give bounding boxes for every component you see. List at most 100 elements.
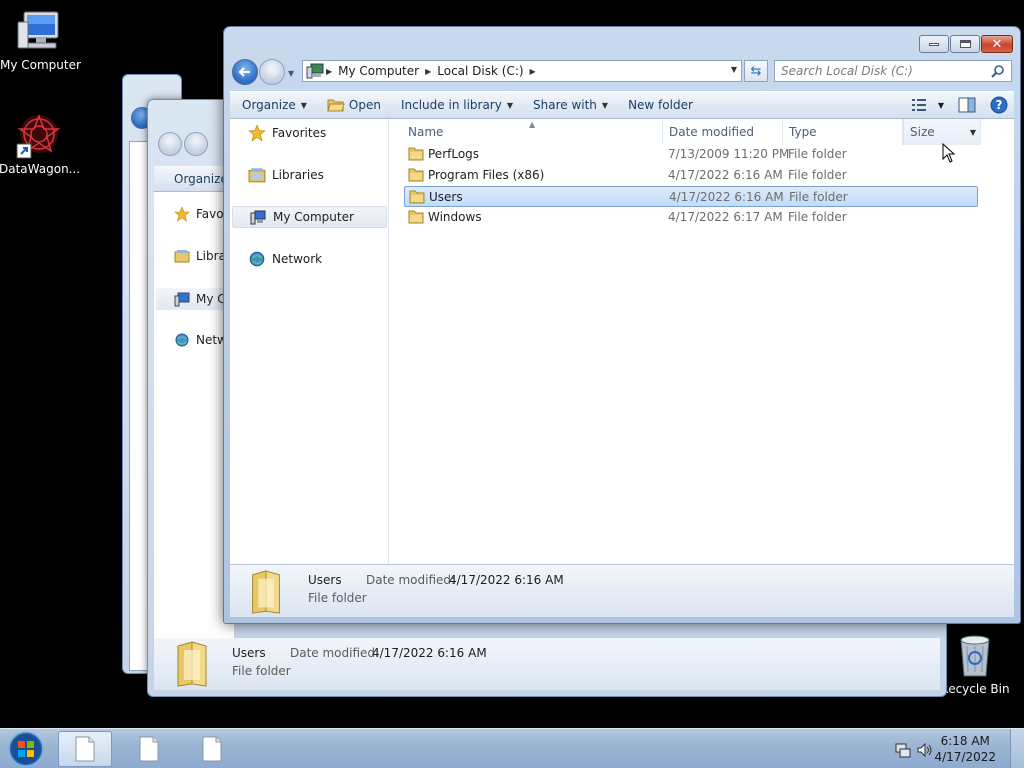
nav-item-libraries[interactable]: Libraries — [232, 164, 387, 186]
details-type: File folder — [232, 664, 291, 678]
clock-date: 4/17/2022 — [934, 750, 996, 764]
organize-menu[interactable]: Organize — [174, 172, 228, 186]
file-name: Program Files (x86) — [428, 168, 545, 182]
help-icon[interactable]: ? — [990, 96, 1008, 114]
navigation-pane: Favorites Libraries My Computer Network — [230, 119, 389, 564]
document-icon — [139, 736, 159, 762]
desktop-icon-datawagon[interactable]: DataWagon... — [0, 112, 81, 176]
star-icon — [174, 206, 190, 222]
back-button[interactable] — [158, 132, 182, 156]
column-header-size[interactable]: Size ▼ — [903, 119, 981, 145]
breadcrumb-separator[interactable]: ▶ — [324, 67, 334, 76]
nav-item-libraries[interactable]: Libra — [174, 248, 226, 264]
share-label: Share with — [533, 98, 597, 112]
change-view-button[interactable]: ▼ — [911, 99, 944, 111]
table-row[interactable]: Program Files (x86) 4/17/2022 6:16 AM Fi… — [404, 165, 978, 186]
search-box[interactable]: Search Local Disk (C:) — [774, 60, 1012, 82]
svg-text:?: ? — [996, 98, 1003, 112]
back-arrow-icon — [238, 67, 250, 77]
caption-buttons: ✕ — [919, 35, 1013, 53]
file-list: Name ▲ Date modified Type Size ▼ PerfLog… — [390, 119, 1014, 564]
recent-pages-dropdown[interactable]: ▼ — [288, 69, 294, 78]
libraries-icon — [248, 168, 266, 183]
include-in-library-menu[interactable]: Include in library ▼ — [391, 92, 523, 118]
volume-icon[interactable] — [916, 741, 934, 759]
open-button[interactable]: Open — [317, 92, 391, 118]
computer-icon — [250, 210, 266, 225]
share-with-menu[interactable]: Share with ▼ — [523, 92, 618, 118]
nav-item-label: Libra — [196, 249, 226, 263]
column-header-name[interactable]: Name — [390, 119, 663, 145]
folder-icon — [177, 641, 207, 687]
address-dropdown[interactable]: ▼ — [731, 65, 737, 74]
details-date-value: 4/17/2022 6:16 AM — [449, 573, 564, 587]
breadcrumb-separator[interactable]: ▶ — [423, 67, 433, 76]
desktop-icon-recycle-bin[interactable]: Recycle Bin — [935, 632, 1015, 696]
taskbar-button[interactable] — [58, 731, 112, 767]
table-row[interactable]: Windows 4/17/2022 6:17 AM File folder — [404, 207, 978, 228]
table-row-selected[interactable]: Users 4/17/2022 6:16 AM File folder — [404, 186, 978, 207]
forward-button[interactable] — [184, 132, 208, 156]
maximize-icon — [959, 40, 971, 48]
start-button[interactable] — [6, 731, 46, 767]
nav-item-favorites[interactable]: Favorites — [232, 122, 387, 144]
content-area: Favorites Libraries My Computer Network … — [230, 119, 1014, 565]
command-bar: Organize ▼ Open Include in library ▼ Share… — [230, 91, 1014, 119]
minimize-button[interactable] — [919, 35, 949, 53]
datawagon-icon — [16, 113, 61, 159]
taskbar-button[interactable] — [185, 731, 239, 767]
desktop-icon-my-computer[interactable]: My Computer — [0, 8, 81, 72]
preview-pane-icon[interactable] — [958, 97, 976, 113]
nav-item-network[interactable]: Netw — [174, 332, 227, 348]
refresh-button[interactable]: ⇆ — [744, 60, 768, 82]
breadcrumb-local-disk[interactable]: Local Disk (C:) — [433, 64, 527, 78]
close-button[interactable]: ✕ — [981, 35, 1013, 53]
file-name: Users — [429, 190, 463, 204]
background-details-pane: Users File folder Date modified: 4/17/20… — [154, 638, 940, 690]
column-header-date[interactable]: Date modified — [663, 119, 783, 145]
table-row[interactable]: PerfLogs 7/13/2009 11:20 PM File folder — [404, 144, 978, 165]
chevron-down-icon[interactable]: ▼ — [970, 128, 976, 137]
show-desktop-button[interactable] — [1010, 729, 1024, 768]
file-type: File folder — [788, 210, 847, 224]
taskbar: 6:18 AM 4/17/2022 — [0, 728, 1024, 768]
address-bar[interactable]: ▶ My Computer ▶ Local Disk (C:) ▶ ▼ — [302, 60, 742, 82]
nav-item-my-computer[interactable]: My Computer — [232, 206, 387, 228]
breadcrumb-my-computer[interactable]: My Computer — [334, 64, 423, 78]
view-controls: ▼ ? — [911, 92, 1008, 118]
computer-icon — [17, 11, 59, 49]
file-date: 4/17/2022 6:17 AM — [668, 210, 783, 224]
column-header-type[interactable]: Type — [783, 119, 903, 145]
open-label: Open — [348, 98, 381, 112]
chevron-down-icon: ▼ — [300, 100, 307, 110]
file-type: File folder — [788, 168, 847, 182]
document-icon — [75, 736, 95, 762]
chevron-down-icon: ▼ — [601, 100, 609, 110]
breadcrumb-separator[interactable]: ▶ — [528, 67, 538, 76]
network-tray-icon[interactable] — [894, 741, 912, 759]
system-tray: 6:18 AM 4/17/2022 — [884, 729, 1024, 768]
forward-button[interactable] — [259, 59, 285, 85]
nav-item-network[interactable]: Network — [232, 248, 387, 270]
taskbar-button[interactable] — [122, 731, 176, 767]
details-date-label: Date modified: — [290, 646, 380, 660]
desktop-icon-label: DataWagon... — [0, 162, 81, 176]
details-name: Users — [232, 646, 266, 660]
explorer-window[interactable]: ✕ ▼ ▶ My Computer ▶ Local Disk (C:) ▶ ▼ … — [223, 26, 1021, 624]
organize-menu[interactable]: Organize ▼ — [230, 92, 317, 118]
maximize-button[interactable] — [950, 35, 980, 53]
details-name: Users — [308, 573, 342, 587]
nav-item-label: Libraries — [272, 168, 324, 182]
network-icon — [175, 333, 189, 347]
new-folder-button[interactable]: New folder — [618, 92, 703, 118]
folder-icon — [252, 570, 280, 614]
details-view-icon — [911, 99, 926, 111]
forward-arrow-icon — [267, 67, 279, 77]
recycle-bin-icon — [960, 635, 990, 677]
file-name: PerfLogs — [428, 147, 480, 161]
clock[interactable]: 6:18 AM 4/17/2022 — [934, 733, 996, 765]
back-button[interactable] — [232, 59, 258, 85]
minimize-icon — [929, 42, 939, 46]
nav-item-label: Network — [272, 252, 323, 266]
nav-item-favorites[interactable]: Favo — [174, 206, 224, 222]
